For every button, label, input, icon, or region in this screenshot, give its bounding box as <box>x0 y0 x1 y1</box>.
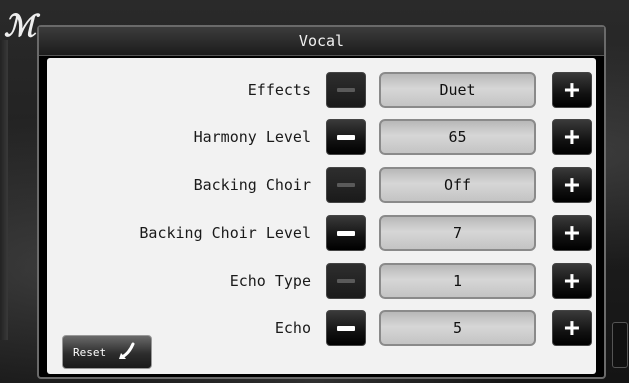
plus-icon: + <box>564 122 580 152</box>
setting-row-backing-choir: Backing Choir Off + <box>47 165 596 205</box>
increment-button[interactable]: + <box>552 263 592 299</box>
setting-label: Backing Choir <box>193 176 311 194</box>
setting-label: Effects <box>247 81 311 99</box>
plus-icon: + <box>564 75 580 105</box>
decrement-button[interactable] <box>326 263 366 299</box>
setting-label: Harmony Level <box>193 128 311 146</box>
setting-value: 5 <box>379 310 536 346</box>
dialog-title: Vocal <box>39 27 604 56</box>
reset-button[interactable]: Reset <box>62 335 152 369</box>
setting-row-harmony-level: Harmony Level 65 + <box>47 117 596 157</box>
minus-icon <box>337 88 355 92</box>
setting-label: Backing Choir Level <box>139 224 311 242</box>
setting-row-effects: Effects Duet + <box>47 70 596 110</box>
setting-row-echo-type: Echo Type 1 + <box>47 261 596 301</box>
background-logo: ℳ <box>4 9 37 44</box>
setting-label: Echo Type <box>229 272 311 290</box>
return-arrow-icon <box>119 342 135 359</box>
decrement-button[interactable] <box>326 72 366 108</box>
minus-icon <box>337 134 355 140</box>
decrement-button[interactable] <box>326 215 366 251</box>
plus-icon: + <box>564 218 580 248</box>
increment-button[interactable]: + <box>552 72 592 108</box>
reset-label: Reset <box>73 345 107 359</box>
plus-icon: + <box>564 170 580 200</box>
increment-button[interactable]: + <box>552 119 592 155</box>
decrement-button[interactable] <box>326 119 366 155</box>
increment-button[interactable]: + <box>552 167 592 203</box>
setting-value: 65 <box>379 119 536 155</box>
plus-icon: + <box>564 313 580 343</box>
minus-icon <box>337 325 355 331</box>
increment-button[interactable]: + <box>552 215 592 251</box>
setting-row-backing-choir-level: Backing Choir Level 7 + <box>47 213 596 253</box>
setting-value: 1 <box>379 263 536 299</box>
minus-icon <box>337 230 355 236</box>
dialog-body: Effects Duet + Harmony Level 65 + Backin… <box>47 58 596 374</box>
setting-value: 7 <box>379 215 536 251</box>
increment-button[interactable]: + <box>552 310 592 346</box>
background-panel-edge <box>0 40 8 340</box>
setting-value: Off <box>379 167 536 203</box>
plus-icon: + <box>564 266 580 296</box>
decrement-button[interactable] <box>326 310 366 346</box>
minus-icon <box>337 279 355 283</box>
vocal-dialog: Vocal Effects Duet + Harmony Level 65 + … <box>37 25 606 379</box>
decrement-button[interactable] <box>326 167 366 203</box>
setting-value: Duet <box>379 72 536 108</box>
background-side-button <box>612 322 628 368</box>
minus-icon <box>337 183 355 187</box>
